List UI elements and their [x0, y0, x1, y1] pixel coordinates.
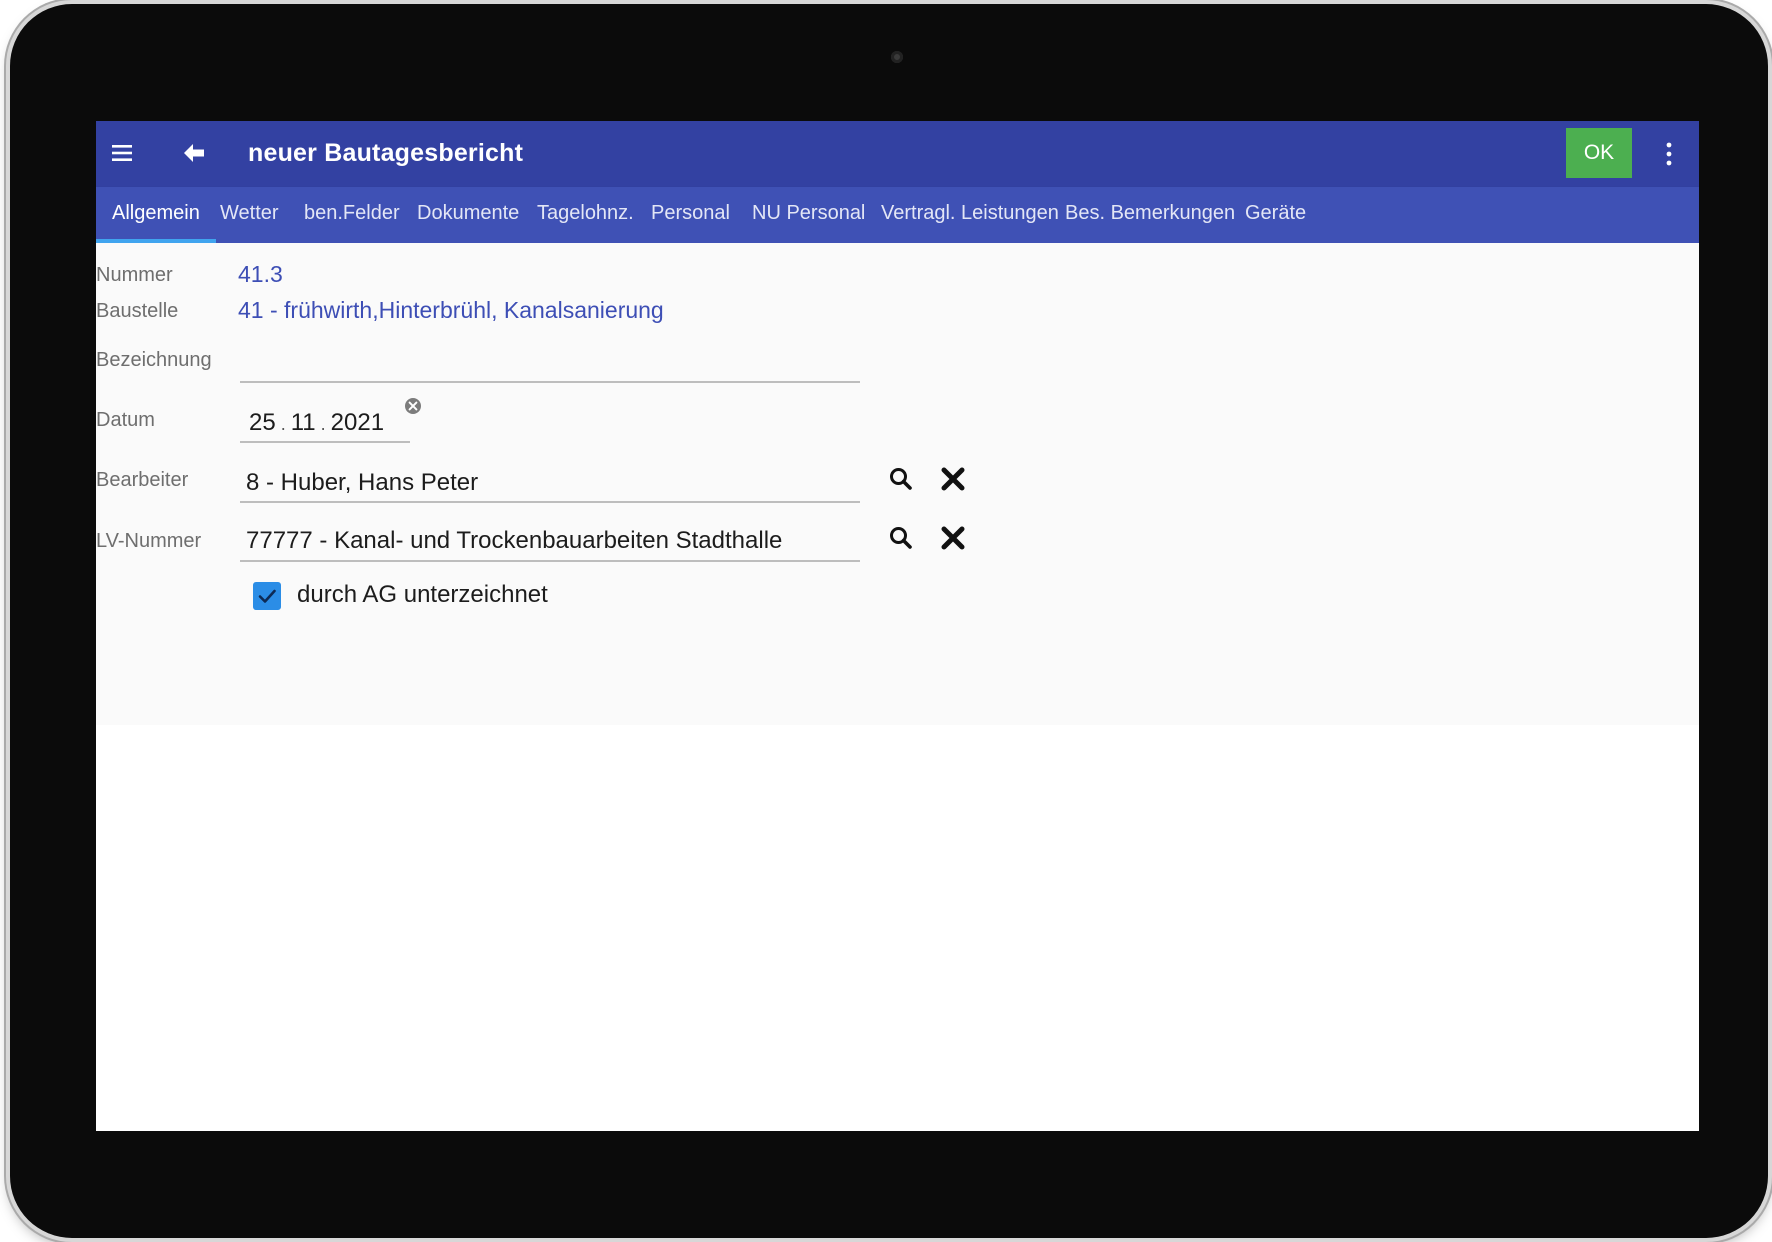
baustelle-value[interactable]: 41 - frühwirth,Hinterbrühl, Kanalsanieru…	[238, 297, 664, 324]
tab-bes-bemerkungen[interactable]: Bes. Bemerkungen	[1065, 187, 1235, 243]
datum-separator: .	[320, 414, 326, 434]
signed-checkbox-label[interactable]: durch AG unterzeichnet	[297, 581, 548, 609]
datum-input[interactable]: 25. 11. 2021	[249, 409, 384, 437]
tab-dokumente[interactable]: Dokumente	[417, 187, 519, 243]
lv-search-icon[interactable]	[886, 523, 916, 553]
bezeichnung-label: Bezeichnung	[96, 349, 212, 371]
lv-nummer-label: LV-Nummer	[96, 530, 202, 552]
tab-nu-personal[interactable]: NU Personal	[752, 187, 865, 243]
datum-underline	[240, 441, 410, 443]
nummer-label: Nummer	[96, 264, 173, 286]
nummer-value: 41.3	[238, 261, 283, 287]
back-arrow-icon[interactable]	[180, 139, 208, 167]
bezeichnung-input[interactable]	[246, 343, 856, 373]
tab-allgemein[interactable]: Allgemein	[112, 187, 200, 243]
datum-separator: .	[280, 414, 286, 434]
datum-day[interactable]: 25	[249, 409, 276, 436]
app-toolbar: neuer Bautagesbericht OK	[96, 121, 1699, 187]
tab-personal[interactable]: Personal	[651, 187, 730, 243]
datum-month[interactable]: 11	[291, 409, 316, 436]
bearbeiter-search-icon[interactable]	[886, 464, 916, 494]
tab-wetter[interactable]: Wetter	[220, 187, 279, 243]
bearbeiter-underline	[240, 501, 860, 503]
lv-nummer-input[interactable]: 77777 - Kanal- und Trockenbauarbeiten St…	[246, 527, 782, 555]
bearbeiter-clear-icon[interactable]	[938, 464, 968, 494]
baustelle-label: Baustelle	[96, 300, 179, 322]
more-vert-icon[interactable]	[1662, 141, 1676, 167]
lv-clear-icon[interactable]	[938, 523, 968, 553]
tab-vertragl-leistungen[interactable]: Vertragl. Leistungen	[881, 187, 1059, 243]
checkmark-icon	[258, 589, 276, 603]
datum-year[interactable]: 2021	[331, 409, 384, 436]
lv-nummer-underline	[240, 560, 860, 562]
bezeichnung-underline	[240, 381, 860, 383]
bearbeiter-input[interactable]: 8 - Huber, Hans Peter	[246, 469, 478, 497]
clear-date-icon[interactable]	[404, 397, 422, 415]
camera	[891, 51, 903, 63]
bearbeiter-label: Bearbeiter	[96, 469, 189, 491]
ok-button[interactable]: OK	[1566, 128, 1632, 178]
page-title: neuer Bautagesbericht	[248, 139, 524, 167]
form-allgemein: Nummer 41.3 Baustelle 41 - frühwirth,Hin…	[96, 243, 1699, 725]
tab-geraete[interactable]: Geräte	[1245, 187, 1306, 243]
tablet-frame: neuer Bautagesbericht OK Allgemein Wette…	[10, 4, 1768, 1238]
tab-ben-felder[interactable]: ben.Felder	[304, 187, 400, 243]
tab-bar: Allgemein Wetter ben.Felder Dokumente Ta…	[96, 187, 1699, 243]
datum-label: Datum	[96, 409, 155, 431]
tab-tagelohnz[interactable]: Tagelohnz.	[537, 187, 634, 243]
signed-checkbox[interactable]	[253, 582, 281, 610]
app-screen: neuer Bautagesbericht OK Allgemein Wette…	[96, 121, 1699, 1131]
hamburger-menu-icon[interactable]	[110, 141, 134, 165]
